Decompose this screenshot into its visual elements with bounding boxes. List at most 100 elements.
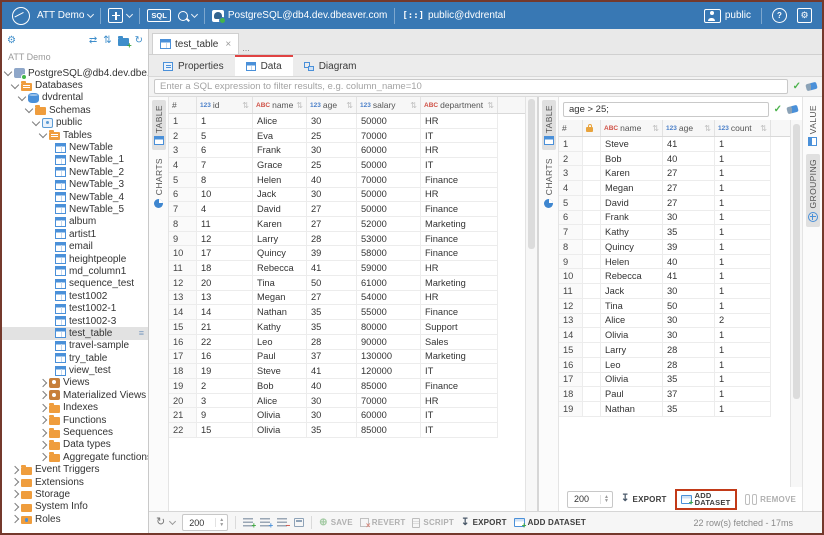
data-cell[interactable]: 15 (197, 423, 253, 438)
row-number-cell[interactable]: 14 (169, 305, 197, 320)
data-cell[interactable]: Olivia (253, 408, 307, 423)
data-cell[interactable]: Larry (253, 232, 307, 247)
data-cell[interactable] (583, 166, 601, 181)
tree-item-artist1[interactable]: artist1 (2, 228, 148, 240)
data-cell[interactable]: 1 (715, 402, 771, 417)
data-cell[interactable]: 1 (715, 240, 771, 255)
row-number-cell[interactable]: 5 (169, 173, 197, 188)
row-number-cell[interactable]: 3 (559, 166, 583, 181)
tree-item-schemas[interactable]: Schemas (2, 104, 148, 116)
row-number-cell[interactable]: 1 (169, 114, 197, 129)
data-cell[interactable] (583, 343, 601, 358)
data-cell[interactable]: 1 (715, 284, 771, 299)
data-cell[interactable]: Tina (253, 276, 307, 291)
data-cell[interactable]: 16 (197, 350, 253, 365)
sort-icon[interactable]: ⇅ (652, 124, 659, 133)
data-cell[interactable]: Olivia (601, 328, 663, 343)
data-cell[interactable]: 40 (663, 255, 715, 270)
data-cell[interactable]: 20 (197, 276, 253, 291)
expand-arrow-icon[interactable] (11, 465, 19, 473)
data-cell[interactable]: 1 (715, 225, 771, 240)
tree-item-md-column1[interactable]: md_column1 (2, 265, 148, 277)
data-cell[interactable]: 30 (663, 284, 715, 299)
data-cell[interactable]: 1 (715, 152, 771, 167)
data-cell[interactable]: 30 (307, 143, 357, 158)
row-number-cell[interactable]: 14 (559, 328, 583, 343)
data-cell[interactable]: 35 (307, 305, 357, 320)
data-cell[interactable]: Rebecca (253, 261, 307, 276)
row-number-cell[interactable]: 10 (559, 269, 583, 284)
schema-selector[interactable]: [::] public@dvdrental (402, 10, 505, 21)
tree-item-newtable-2[interactable]: NewTable_2 (2, 166, 148, 178)
data-cell[interactable]: 52000 (357, 217, 421, 232)
data-cell[interactable]: HR (421, 114, 498, 129)
delete-row-icon[interactable] (277, 518, 287, 527)
data-cell[interactable]: Quincy (601, 240, 663, 255)
tab-value[interactable]: VALUE (806, 100, 820, 151)
data-cell[interactable]: Quincy (253, 246, 307, 261)
expand-arrow-icon[interactable] (39, 416, 47, 424)
data-cell[interactable]: Steve (601, 137, 663, 152)
data-cell[interactable]: 9 (197, 408, 253, 423)
data-cell[interactable]: Kathy (601, 225, 663, 240)
row-number-cell[interactable]: 10 (169, 246, 197, 261)
data-cell[interactable]: Marketing (421, 276, 498, 291)
tab-overflow-indicator[interactable]: ... (242, 43, 250, 53)
clear-filter-icon[interactable] (805, 82, 817, 92)
data-cell[interactable]: 4 (197, 202, 253, 217)
data-cell[interactable]: 12 (197, 232, 253, 247)
data-cell[interactable]: 28 (307, 335, 357, 350)
data-cell[interactable]: 30 (663, 211, 715, 226)
expand-arrow-icon[interactable] (11, 80, 19, 88)
sort-icon[interactable]: ⇅ (760, 124, 767, 133)
row-number-cell[interactable]: 15 (559, 343, 583, 358)
data-cell[interactable]: David (253, 202, 307, 217)
data-cell[interactable]: Kathy (253, 320, 307, 335)
grouping-fetch-size-spinner[interactable]: 200 ▲▼ (567, 491, 613, 508)
data-cell[interactable]: 13 (197, 291, 253, 306)
column-header-key[interactable] (583, 120, 601, 136)
gear-icon[interactable]: ⚙ (7, 36, 16, 46)
data-cell[interactable]: HR (421, 261, 498, 276)
data-cell[interactable]: 21 (197, 320, 253, 335)
data-cell[interactable] (583, 196, 601, 211)
data-cell[interactable]: Finance (421, 246, 498, 261)
tree-item-data-types[interactable]: Data types (2, 439, 148, 451)
workspace-menu[interactable]: ATT Demo (37, 10, 93, 21)
data-cell[interactable]: Frank (253, 143, 307, 158)
data-cell[interactable] (583, 225, 601, 240)
data-cell[interactable]: 30 (307, 394, 357, 409)
data-cell[interactable]: Olivia (253, 423, 307, 438)
column-header-age[interactable]: 123age⇅ (307, 97, 357, 113)
data-cell[interactable]: IT (421, 158, 498, 173)
scrollbar-thumb[interactable] (793, 124, 800, 399)
apply-filter-icon[interactable]: ✓ (793, 82, 801, 92)
search-menu[interactable] (178, 11, 197, 21)
revert-button[interactable]: REVERT (360, 518, 406, 527)
data-cell[interactable] (583, 284, 601, 299)
data-cell[interactable] (583, 181, 601, 196)
data-cell[interactable]: Tina (601, 299, 663, 314)
row-number-cell[interactable]: 17 (559, 373, 583, 388)
data-cell[interactable]: 41 (307, 261, 357, 276)
column-header-[interactable]: # (169, 97, 197, 113)
row-number-cell[interactable]: 6 (559, 211, 583, 226)
sort-icon[interactable]: ⇅ (346, 101, 353, 110)
tree-item-newtable[interactable]: NewTable (2, 141, 148, 153)
row-number-cell[interactable]: 6 (169, 188, 197, 203)
expand-arrow-icon[interactable] (25, 105, 33, 113)
data-cell[interactable]: 85000 (357, 423, 421, 438)
data-cell[interactable]: 53000 (357, 232, 421, 247)
dbeaver-logo-icon[interactable] (12, 7, 30, 25)
data-cell[interactable]: 2 (197, 379, 253, 394)
data-cell[interactable]: 61000 (357, 276, 421, 291)
data-cell[interactable]: 3 (197, 394, 253, 409)
data-cell[interactable]: 60000 (357, 143, 421, 158)
data-cell[interactable] (583, 255, 601, 270)
data-cell[interactable] (583, 299, 601, 314)
data-cell[interactable]: 1 (715, 269, 771, 284)
data-cell[interactable]: 85000 (357, 379, 421, 394)
data-cell[interactable]: 50000 (357, 158, 421, 173)
data-cell[interactable]: Karen (601, 166, 663, 181)
sort-icon[interactable]: ⇅ (410, 101, 417, 110)
